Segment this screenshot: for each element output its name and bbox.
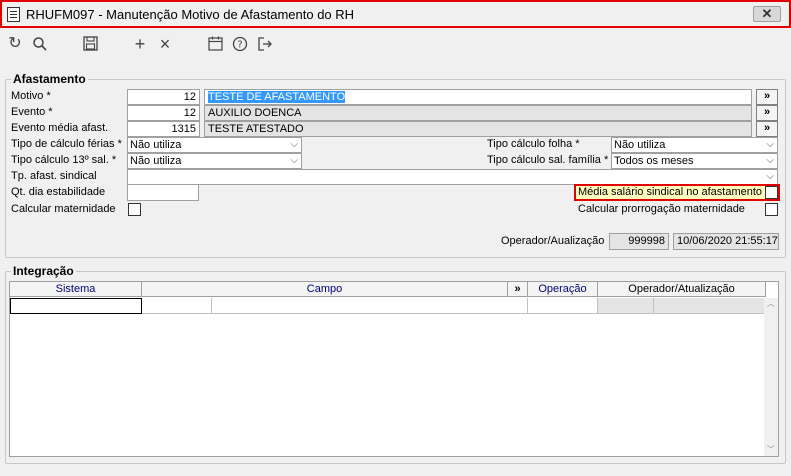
add-icon[interactable]: + bbox=[129, 33, 151, 55]
cell-operador bbox=[598, 298, 654, 314]
evento-media-label: Evento média afast. bbox=[11, 122, 109, 134]
help-icon[interactable]: ? bbox=[229, 33, 251, 55]
scroll-down-icon[interactable]: ﹀ bbox=[764, 444, 778, 456]
svg-text:?: ? bbox=[237, 40, 242, 51]
tipo-ferias-label: Tipo de cálculo férias * bbox=[11, 138, 122, 150]
media-sindical-label: Média salário sindical no afastamento bbox=[578, 186, 763, 198]
calc-prorrogacao-label: Calcular prorrogação maternidade bbox=[578, 203, 745, 215]
tp-sindical-label: Tp. afast. sindical bbox=[11, 170, 97, 182]
delete-icon[interactable]: × bbox=[154, 33, 176, 55]
chevron-down-icon: ⌵ bbox=[290, 155, 298, 166]
tipo-13-select[interactable]: Não utiliza ⌵ bbox=[127, 153, 302, 169]
tipo-ferias-select[interactable]: Não utiliza ⌵ bbox=[127, 137, 302, 153]
qt-estabilidade-input[interactable] bbox=[127, 184, 199, 201]
calc-prorrogacao-checkbox[interactable] bbox=[765, 203, 778, 216]
evento-media-description: TESTE ATESTADO bbox=[204, 121, 752, 137]
col-operador-header[interactable]: Operador/Atualização bbox=[598, 282, 766, 297]
cell-atualizacao bbox=[654, 298, 766, 314]
calc-maternidade-label: Calcular maternidade bbox=[11, 203, 116, 215]
tp-sindical-select[interactable]: ⌵ bbox=[127, 169, 778, 185]
tipo-folha-value: Não utiliza bbox=[614, 139, 666, 151]
evento-media-code-input[interactable]: 1315 bbox=[127, 121, 200, 137]
window-titlebar: RHUFM097 - Manutenção Motivo de Afastame… bbox=[0, 0, 791, 28]
evento-code-input[interactable]: 12 bbox=[127, 105, 200, 121]
tipo-familia-label: Tipo cálculo sal. família * bbox=[487, 154, 609, 166]
evento-lookup-button[interactable]: » bbox=[756, 105, 778, 121]
qt-estabilidade-label: Qt. dia estabilidade bbox=[11, 186, 106, 198]
motivo-code-input[interactable]: 12 bbox=[127, 89, 200, 105]
evento-label: Evento * bbox=[11, 106, 53, 118]
tipo-ferias-value: Não utiliza bbox=[130, 139, 182, 151]
afastamento-title: Afastamento bbox=[11, 72, 88, 86]
chevron-down-icon: ⌵ bbox=[766, 139, 774, 150]
tipo-folha-label: Tipo cálculo folha * bbox=[487, 138, 580, 150]
close-button[interactable]: ✕ bbox=[753, 6, 781, 22]
operador-value: 999998 bbox=[609, 233, 669, 250]
motivo-description-text: TESTE DE AFASTAMENTO bbox=[208, 91, 346, 103]
evento-media-lookup-button[interactable]: » bbox=[756, 121, 778, 137]
scroll-up-icon[interactable]: ︿ bbox=[764, 298, 778, 310]
operador-label: Operador/Aualização bbox=[501, 235, 605, 247]
cell-sistema[interactable] bbox=[10, 298, 142, 314]
exit-icon[interactable] bbox=[254, 33, 276, 55]
evento-description: AUXILIO DOENCA bbox=[204, 105, 752, 121]
atualizacao-value: 10/06/2020 21:55:17 bbox=[673, 233, 779, 250]
chevron-down-icon: ⌵ bbox=[290, 139, 298, 150]
calendar-icon[interactable] bbox=[204, 33, 226, 55]
motivo-label: Motivo * bbox=[11, 90, 51, 102]
motivo-description-input[interactable]: TESTE DE AFASTAMENTO bbox=[204, 89, 752, 105]
cell-operacao[interactable] bbox=[528, 298, 598, 314]
tipo-familia-select[interactable]: Todos os meses ⌵ bbox=[611, 153, 778, 169]
cell-campo-desc[interactable] bbox=[212, 298, 528, 314]
chevron-down-icon: ⌵ bbox=[766, 171, 774, 182]
tipo-13-value: Não utiliza bbox=[130, 155, 182, 167]
tipo-13-label: Tipo cálculo 13º sal. * bbox=[11, 154, 117, 166]
col-operacao-header[interactable]: Operação bbox=[528, 282, 598, 297]
tipo-familia-value: Todos os meses bbox=[614, 155, 694, 167]
calc-maternidade-checkbox[interactable] bbox=[128, 203, 141, 216]
chevron-down-icon: ⌵ bbox=[766, 155, 774, 166]
toolbar: ↻ + × ? bbox=[0, 30, 791, 58]
app-icon bbox=[7, 7, 20, 22]
window-title: RHUFM097 - Manutenção Motivo de Afastame… bbox=[26, 7, 355, 22]
cell-campo-code[interactable] bbox=[142, 298, 212, 314]
col-sistema-header[interactable]: Sistema bbox=[10, 282, 142, 297]
motivo-lookup-button[interactable]: » bbox=[756, 89, 778, 105]
col-more-header[interactable]: » bbox=[508, 282, 528, 297]
integracao-grid[interactable]: Sistema Campo » Operação Operador/Atuali… bbox=[9, 281, 779, 457]
media-sindical-checkbox[interactable] bbox=[765, 186, 778, 199]
integracao-title: Integração bbox=[11, 264, 76, 278]
refresh-icon[interactable]: ↻ bbox=[4, 33, 26, 55]
search-icon[interactable] bbox=[29, 33, 51, 55]
tipo-folha-select[interactable]: Não utiliza ⌵ bbox=[611, 137, 778, 153]
save-icon[interactable] bbox=[79, 33, 101, 55]
grid-scrollbar[interactable]: ︿ ﹀ bbox=[764, 298, 778, 456]
col-campo-header[interactable]: Campo bbox=[142, 282, 508, 297]
